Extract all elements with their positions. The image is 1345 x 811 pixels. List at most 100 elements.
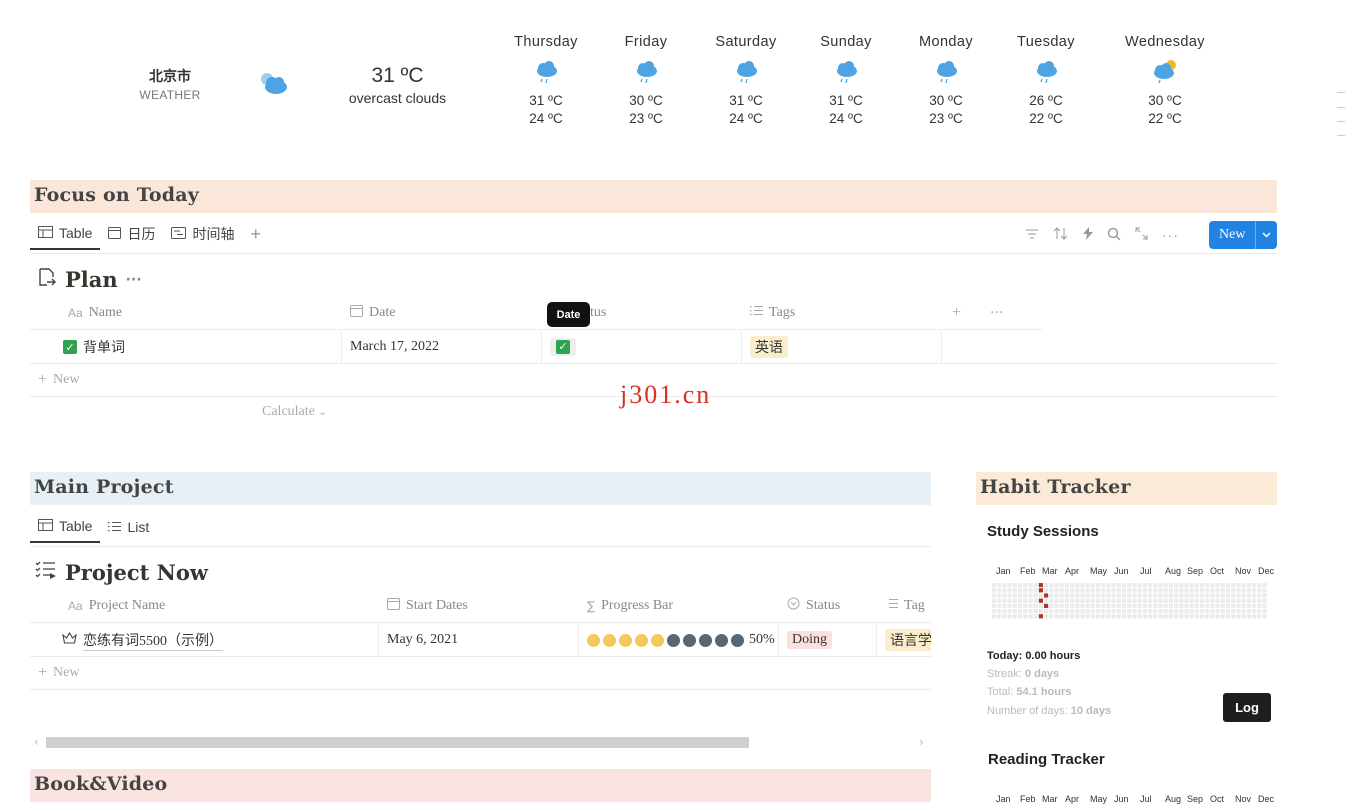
col-tag[interactable]: Tag [877, 590, 931, 623]
habit-cell [1028, 583, 1033, 588]
habit-cell [1127, 583, 1132, 588]
row-name[interactable]: ✓ 背单词 [30, 330, 342, 364]
habit-cell [1070, 603, 1075, 608]
habit-cell [992, 609, 997, 614]
habit-cell [997, 593, 1002, 598]
plan-db-title[interactable]: Plan ··· [37, 267, 142, 292]
col-progress-bar[interactable]: ∑ Progress Bar [579, 590, 779, 623]
habit-cell [1179, 603, 1184, 608]
calculate-button[interactable]: Calculate ⌄ [262, 404, 327, 420]
habit-cell [1085, 593, 1090, 598]
sort-icon[interactable] [1053, 227, 1069, 243]
habit-cell [1012, 593, 1017, 598]
automation-icon[interactable] [1083, 227, 1093, 243]
habit-cell [1132, 583, 1137, 588]
habit-cell [1241, 609, 1246, 614]
db-more-icon[interactable]: ··· [126, 272, 142, 288]
habit-cell [1054, 593, 1059, 598]
habit-cell [1028, 603, 1033, 608]
habit-cell [1054, 598, 1059, 603]
month-label: Jul [1140, 794, 1152, 804]
habit-cell [1252, 598, 1257, 603]
tab-timeline[interactable]: 时间轴 [163, 218, 242, 250]
habit-cell [1205, 593, 1210, 598]
row-status[interactable]: Doing [779, 623, 877, 657]
habit-cell [1210, 598, 1215, 603]
add-view-button[interactable]: + [242, 218, 269, 250]
table-row[interactable]: 恋练有词5500（示例） May 6, 2021 50% Doing 语言学 [30, 623, 931, 657]
habit-cell [1189, 593, 1194, 598]
habit-cell [1148, 609, 1153, 614]
add-property-button[interactable]: + [942, 297, 982, 330]
habit-cell [1033, 614, 1038, 619]
habit-cell [1184, 588, 1189, 593]
habit-cell [1075, 603, 1080, 608]
reading-tracker-title: Reading Tracker [988, 751, 1105, 768]
habit-cell [1168, 614, 1173, 619]
scrollbar-thumb[interactable] [46, 737, 749, 748]
habit-cell [1090, 603, 1095, 608]
status-icon [787, 597, 800, 615]
horizontal-scrollbar[interactable]: ‹ › [30, 735, 931, 749]
habit-cell [1085, 609, 1090, 614]
city-name: 北京市 [149, 68, 191, 84]
timeline-icon [171, 226, 187, 242]
habit-cell [1163, 598, 1168, 603]
habit-cell [1257, 603, 1262, 608]
habit-cell [1122, 583, 1127, 588]
row-progress[interactable]: 50% [579, 623, 779, 657]
row-date[interactable]: March 17, 2022 [342, 330, 542, 364]
row-tag[interactable]: 语言学 [877, 624, 931, 657]
add-row-button[interactable]: + New [38, 664, 79, 682]
forecast-high: 31 ºC [529, 93, 563, 108]
habit-cell [1174, 598, 1179, 603]
table-row[interactable]: ✓ 背单词 March 17, 2022 ✓ 英语 [30, 330, 1277, 364]
habit-cell [1101, 603, 1106, 608]
col-name[interactable]: Aa Name [30, 297, 342, 330]
habit-cell [1148, 588, 1153, 593]
chevron-right-icon[interactable]: › [919, 735, 924, 749]
habit-cell [1142, 603, 1147, 608]
habit-cell [1179, 588, 1184, 593]
habit-cell [1127, 593, 1132, 598]
more-icon[interactable]: ··· [1162, 227, 1179, 243]
habit-cell [1179, 614, 1184, 619]
col-project-name[interactable]: Aa Project Name [30, 590, 379, 623]
row-name[interactable]: 恋练有词5500（示例） [30, 623, 379, 657]
habit-cell [1215, 614, 1220, 619]
filter-icon[interactable] [1025, 227, 1039, 243]
add-row-button[interactable]: + New [38, 371, 79, 389]
habit-cell [1142, 593, 1147, 598]
tab-label: Table [59, 225, 93, 241]
habit-cell [992, 603, 997, 608]
forecast-day: Saturday 31 ºC 24 ºC [691, 34, 801, 128]
tab-list[interactable]: List [100, 511, 157, 543]
search-icon[interactable] [1107, 227, 1121, 244]
tab-calendar[interactable]: 日历 [100, 218, 163, 250]
row-tags[interactable]: 英语 [742, 330, 942, 364]
weather-widget: 北京市 WEATHER 31 ºC overcast clouds Thursd… [0, 0, 1345, 150]
focus-heading: Focus on Today [30, 180, 1277, 213]
forecast-high: 31 ºC [729, 93, 763, 108]
col-tags[interactable]: Tags [742, 297, 942, 330]
log-button[interactable]: Log [1223, 693, 1271, 722]
expand-icon[interactable] [1135, 227, 1148, 243]
month-label: Sep [1187, 566, 1204, 576]
new-button[interactable]: New [1209, 221, 1277, 249]
col-date[interactable]: Date [342, 297, 542, 330]
habit-cell [1096, 598, 1101, 603]
row-status[interactable]: ✓ [542, 330, 742, 364]
chevron-down-icon[interactable] [1255, 221, 1277, 249]
tab-table[interactable]: Table [30, 218, 101, 250]
tab-table[interactable]: Table [30, 511, 101, 543]
col-start-dates[interactable]: Start Dates [379, 590, 579, 623]
habit-cell [1116, 603, 1121, 608]
habit-cell [1200, 614, 1205, 619]
project-db-title[interactable]: Project Now [35, 560, 208, 585]
col-status[interactable]: Status [779, 590, 877, 623]
row-start-date[interactable]: May 6, 2021 [379, 623, 579, 657]
chevron-left-icon[interactable]: ‹ [34, 735, 39, 749]
more-icon[interactable]: ··· [982, 297, 1042, 330]
habit-cell [1111, 598, 1116, 603]
forecast-day-name: Wednesday [1125, 34, 1205, 50]
